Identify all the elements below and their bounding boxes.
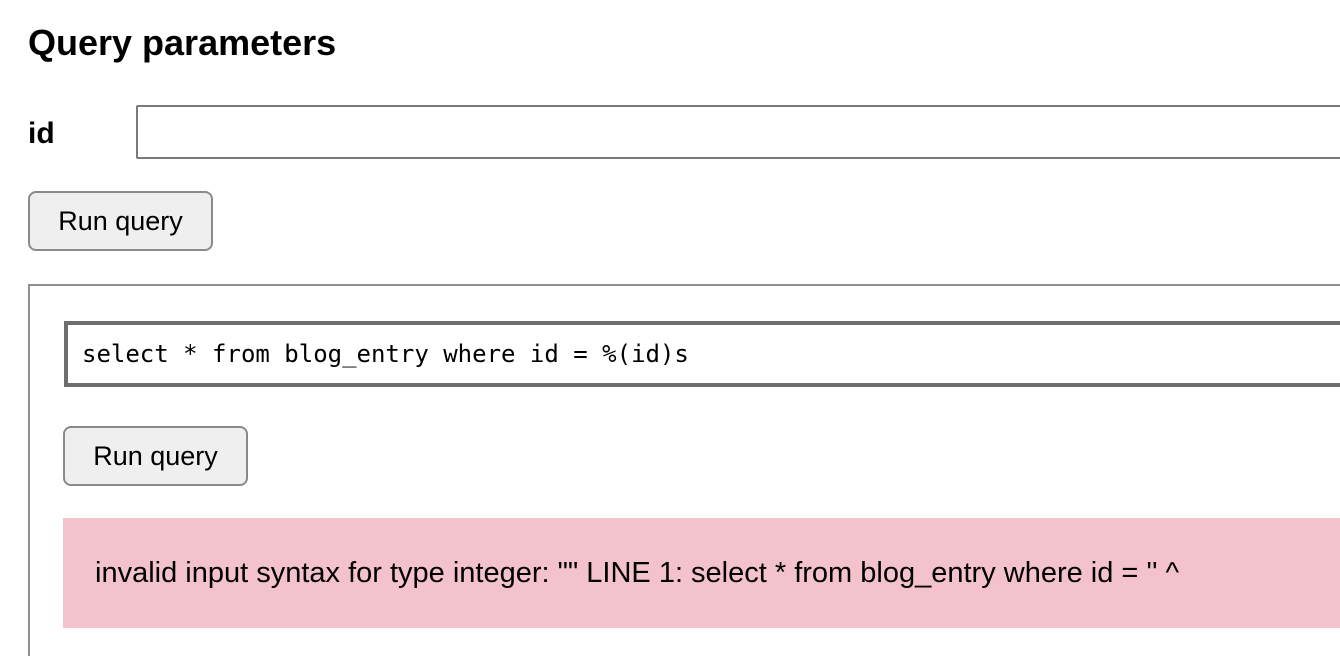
run-query-button[interactable]: Run query [28,191,213,251]
page-title: Query parameters [28,22,337,63]
sql-panel: select * from blog_entry where id = %(id… [28,284,1340,656]
query-page: Query parameters id Run query select * f… [0,0,1340,656]
sql-editor[interactable]: select * from blog_entry where id = %(id… [64,321,1340,387]
sql-run-query-button[interactable]: Run query [63,426,248,486]
error-message: invalid input syntax for type integer: "… [63,518,1340,628]
id-input[interactable] [136,105,1340,159]
id-label: id [28,117,55,150]
